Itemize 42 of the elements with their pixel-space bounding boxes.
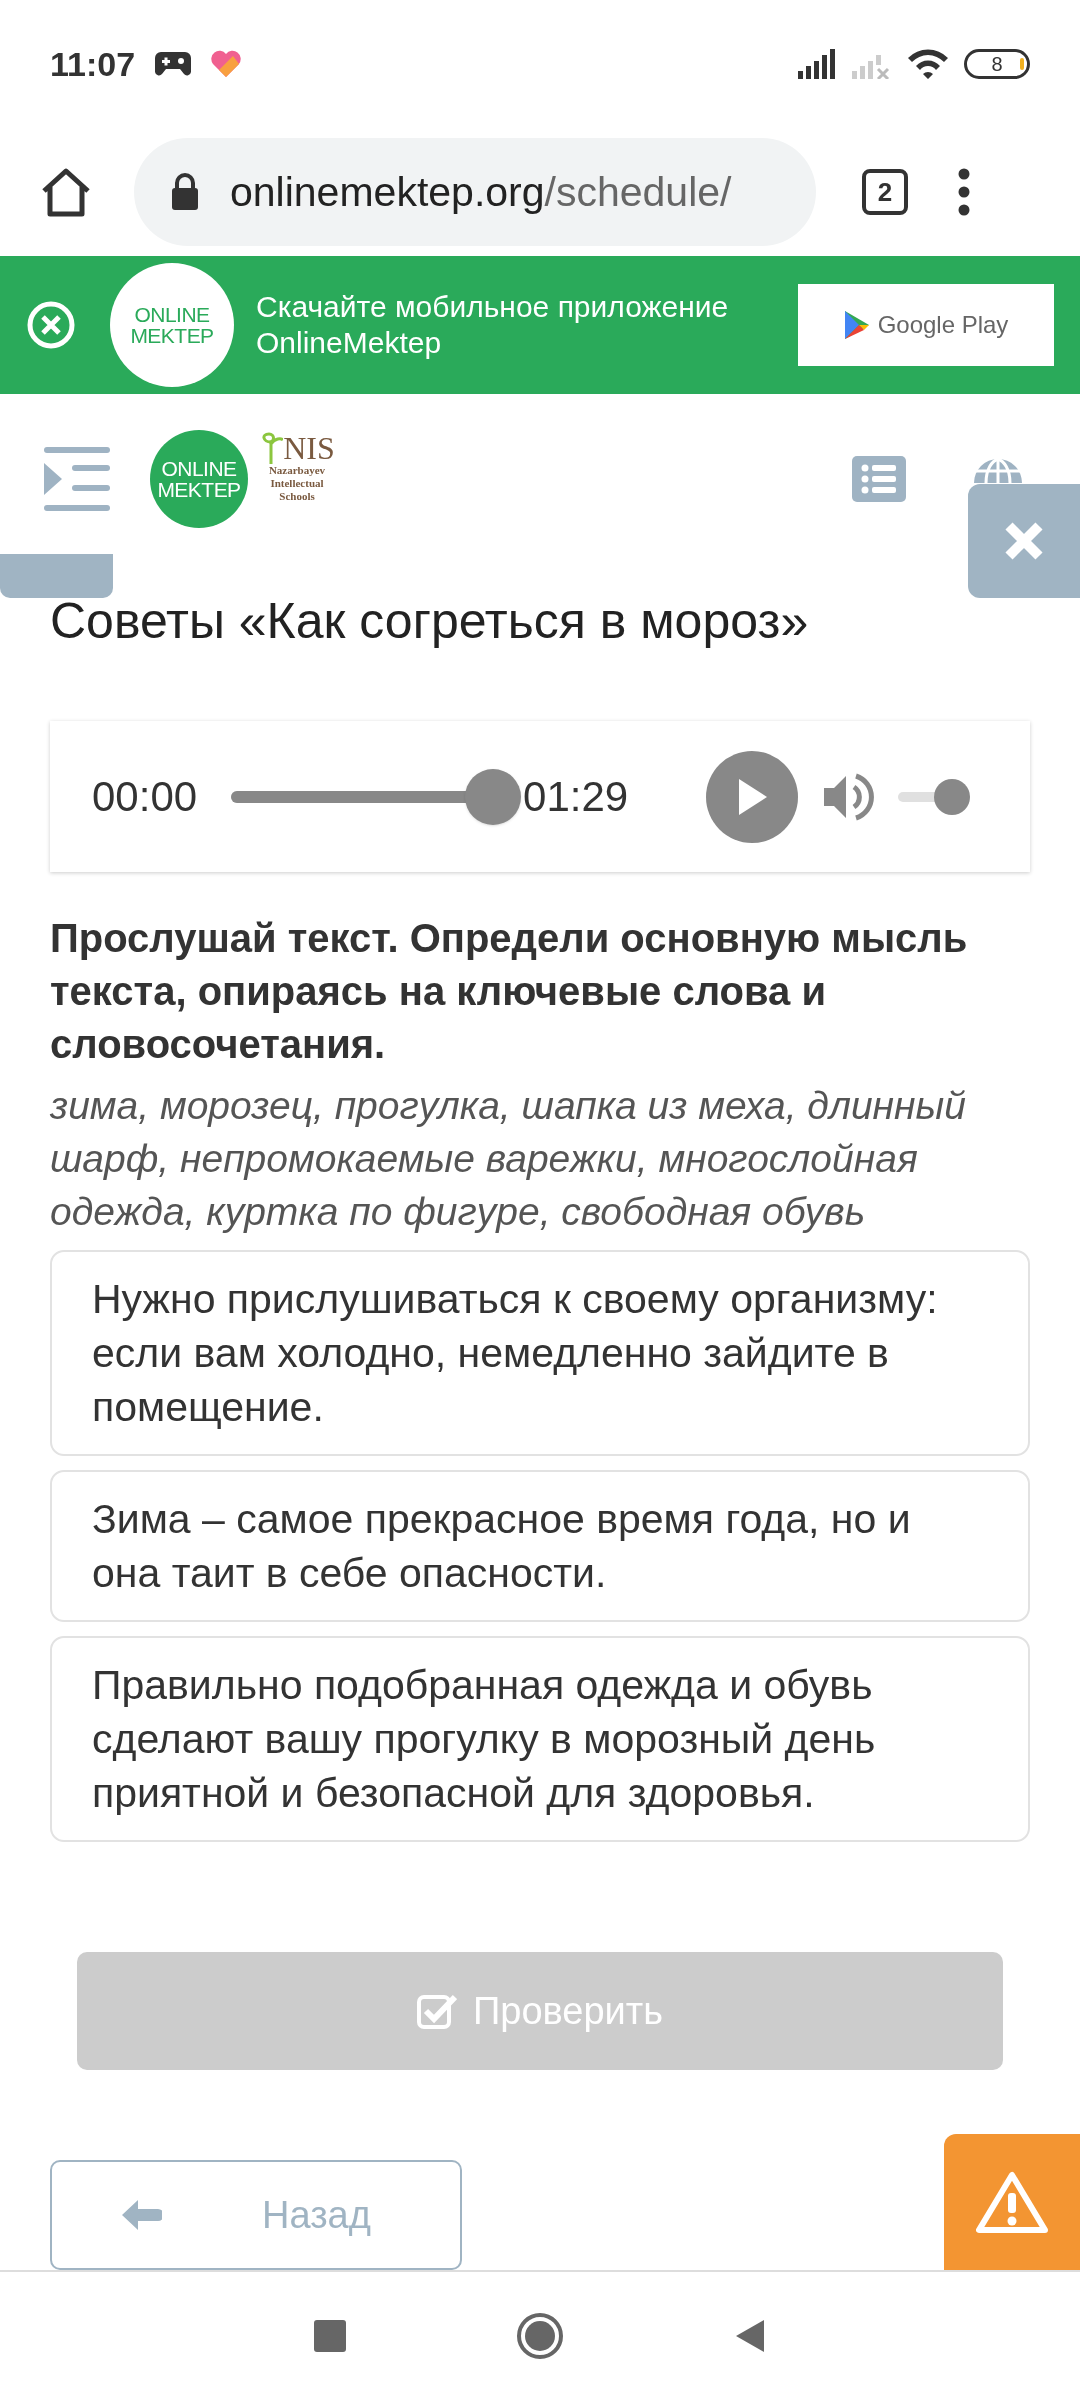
battery-icon: 8 (964, 49, 1030, 79)
online-mektep-logo: ONLINE MEKTEP (150, 430, 248, 528)
report-button[interactable] (944, 2134, 1080, 2270)
task-instruction: Прослушай текст. Определи основную мысль текста, опираясь на ключевые слова и словосочетания. (50, 915, 969, 1068)
address-bar[interactable]: onlinemektep.org/schedule/ (134, 138, 816, 246)
signal-icon (798, 49, 838, 79)
url-text: onlinemektep.org/schedule/ (230, 171, 732, 213)
lesson-title: Советы «Как согреться в мороз» (50, 601, 810, 651)
nis-logo: NIS Nazarbayev Intellectual Schools (254, 430, 340, 503)
gamepad-icon (155, 50, 192, 78)
arrow-left-icon (122, 2200, 162, 2230)
home-button[interactable] (516, 2312, 564, 2360)
sidebar-toggle-icon[interactable] (42, 447, 112, 511)
progress-slider[interactable] (231, 768, 522, 825)
warning-icon (976, 2171, 1048, 2233)
home-icon[interactable] (40, 167, 92, 217)
close-icon[interactable] (26, 300, 76, 350)
close-icon (1003, 520, 1045, 562)
volume-icon[interactable] (822, 771, 877, 822)
sprout-icon (259, 430, 284, 464)
checkbox-icon (416, 1992, 457, 2030)
heart-icon (211, 50, 242, 78)
answer-option[interactable]: Правильно подобранная одежда и обувь сделают вашу прогулку в морозный день приятной и безопасной для здоровья. (50, 1636, 1030, 1842)
back-nav-button[interactable] (734, 2318, 766, 2354)
current-time: 00:00 (92, 772, 198, 822)
answer-option[interactable]: Нужно прислушиваться к своему организму: если вам холодно, немедленно зайдите в помещение. (50, 1250, 1030, 1456)
banner-text: Скачайте мобильное приложение OnlineMektep (256, 289, 730, 361)
list-icon[interactable] (852, 456, 906, 502)
app-logo: ONLINE MEKTEP (110, 263, 234, 387)
more-menu-icon[interactable] (958, 168, 970, 216)
close-button[interactable] (968, 484, 1080, 598)
volume-thumb[interactable] (934, 778, 971, 815)
lock-icon (170, 173, 200, 211)
google-play-button[interactable]: Google Play (798, 284, 1054, 366)
wifi-icon (906, 47, 950, 81)
clock: 11:07 (50, 43, 136, 85)
tab-count[interactable]: 2 (862, 169, 908, 215)
answer-option[interactable]: Зима – самое прекрасное время года, но и она таит в себе опасности. (50, 1470, 1030, 1622)
keywords-text: зима, морозец, прогулка, шапка из меха, длинный шарф, непромокаемые варежки, многослойная одежда, куртка по фигуре, свободная обувь (50, 1083, 967, 1235)
duration: 01:29 (523, 772, 629, 822)
play-store-icon (843, 310, 870, 340)
play-icon (737, 778, 768, 815)
